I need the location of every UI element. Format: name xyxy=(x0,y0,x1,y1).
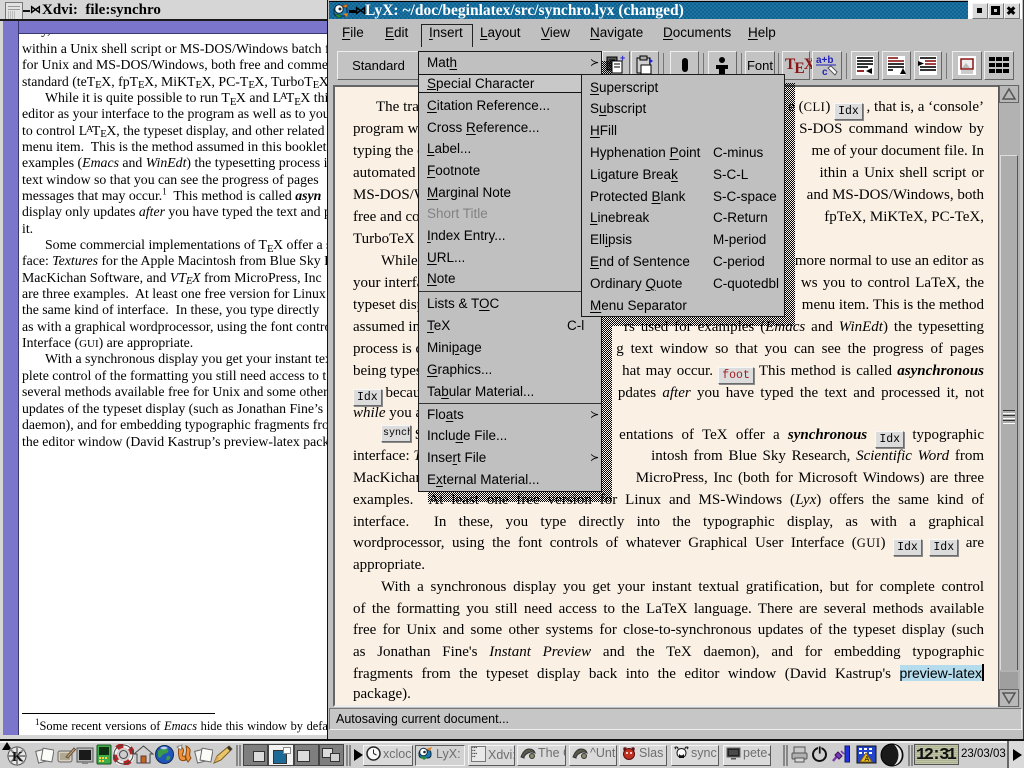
svg-text:a+b: a+b xyxy=(816,55,834,66)
svg-text:K: K xyxy=(12,750,23,765)
svg-text:c: c xyxy=(822,67,828,78)
svg-text:+: + xyxy=(620,53,625,63)
svg-text:A: A xyxy=(865,756,870,763)
